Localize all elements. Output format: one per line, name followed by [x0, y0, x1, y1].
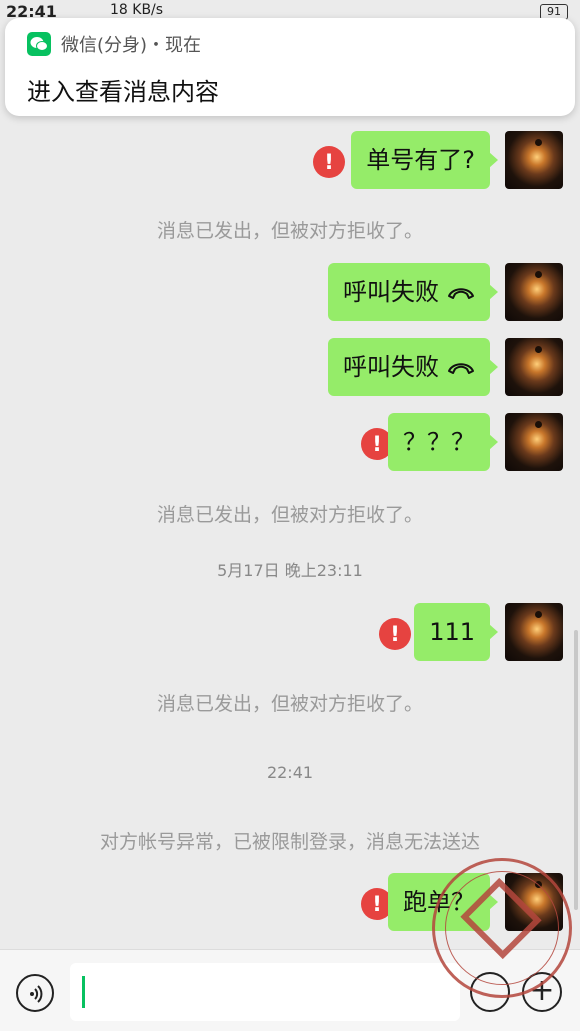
hangup-icon: [447, 339, 475, 397]
system-message: 消息已发出，但被对方拒收了。: [156, 693, 423, 715]
message-text: 单号有了?: [366, 146, 475, 174]
message-bubble[interactable]: ？？？: [388, 413, 498, 471]
hangup-icon: [447, 264, 475, 322]
error-icon[interactable]: !: [313, 146, 345, 178]
notification-banner[interactable]: 微信(分身)・现在 进入查看消息内容: [5, 18, 575, 116]
voice-icon[interactable]: [16, 974, 54, 1012]
text-caret: [82, 976, 85, 1008]
status-speed: 18 KB/s: [110, 2, 164, 18]
error-icon[interactable]: !: [379, 618, 411, 650]
message-bubble[interactable]: 单号有了?: [351, 131, 498, 189]
notification-text: 进入查看消息内容: [27, 78, 219, 106]
avatar[interactable]: [505, 338, 563, 396]
avatar[interactable]: [505, 413, 563, 471]
system-message: 消息已发出，但被对方拒收了。: [156, 504, 423, 526]
message-text: 呼叫失败: [343, 278, 439, 306]
message-input[interactable]: [70, 963, 460, 1021]
system-message: 对方帐号异常，已被限制登录，消息无法送达: [99, 831, 480, 853]
watermark-seal: [432, 858, 572, 998]
message-text: 呼叫失败: [343, 353, 439, 381]
avatar[interactable]: [505, 131, 563, 189]
message-text: 111: [429, 618, 475, 646]
call-bubble[interactable]: 呼叫失败: [328, 263, 498, 322]
timestamp: 5月17日 晚上23:11: [217, 561, 363, 580]
wechat-icon: [27, 32, 51, 56]
avatar[interactable]: [505, 263, 563, 321]
message-text: ？？？: [403, 428, 475, 456]
avatar[interactable]: [505, 603, 563, 661]
message-bubble[interactable]: 111: [414, 603, 498, 661]
scrollbar[interactable]: [574, 630, 578, 910]
system-message: 消息已发出，但被对方拒收了。: [156, 220, 423, 242]
timestamp: 22:41: [266, 763, 314, 782]
notification-app: 微信(分身)・现在: [61, 35, 202, 56]
call-bubble[interactable]: 呼叫失败: [328, 338, 498, 397]
